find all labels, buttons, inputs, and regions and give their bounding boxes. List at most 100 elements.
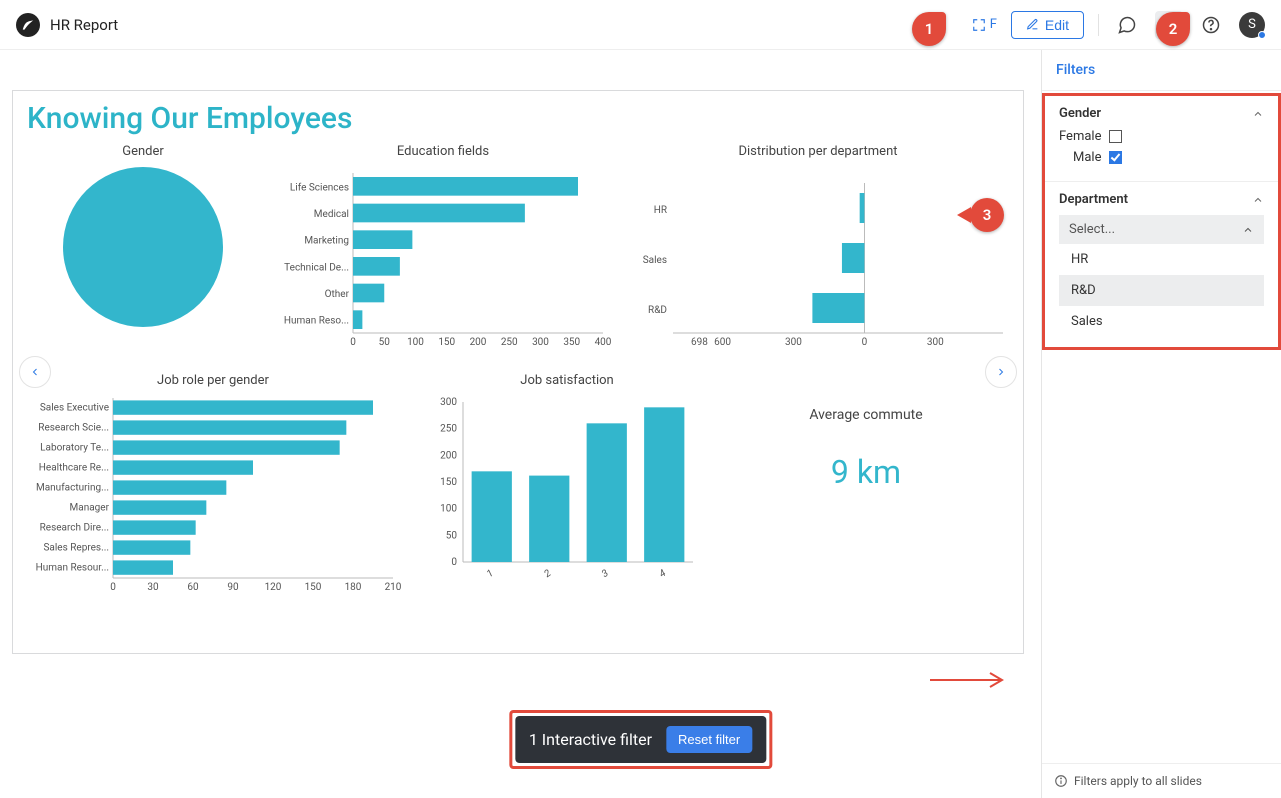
topbar: HR Report F Edit 1 S: [0, 0, 1281, 50]
svg-text:120: 120: [265, 582, 282, 593]
chart-jobrole: Job role per gender Sales ExecutiveResea…: [23, 373, 403, 626]
svg-text:0: 0: [451, 557, 457, 568]
help-button[interactable]: [1197, 11, 1225, 39]
divider: [1098, 14, 1099, 36]
pie-slice[interactable]: [63, 167, 223, 327]
annotation-arrow: [930, 670, 1010, 690]
svg-text:3: 3: [600, 568, 611, 580]
avatar-initial: S: [1248, 17, 1256, 32]
filter-option-female[interactable]: Female: [1059, 129, 1264, 144]
avatar[interactable]: S: [1239, 12, 1265, 38]
callout-1: 1: [912, 12, 946, 46]
svg-text:150: 150: [438, 337, 455, 348]
callout-3-outer: 3: [970, 198, 1004, 232]
svg-text:300: 300: [532, 337, 549, 348]
chart-title: Job satisfaction: [417, 373, 717, 388]
app-title: HR Report: [50, 16, 118, 34]
svg-text:1: 1: [485, 568, 496, 580]
app-logo: [16, 13, 40, 37]
page-title: Knowing Our Employees: [13, 91, 1023, 140]
svg-text:200: 200: [470, 337, 487, 348]
svg-text:Medical: Medical: [314, 209, 349, 220]
svg-text:50: 50: [446, 530, 458, 541]
svg-text:Other: Other: [325, 289, 350, 300]
dept-option-rd[interactable]: R&D: [1059, 275, 1264, 306]
edit-label: Edit: [1045, 17, 1069, 33]
svg-text:0: 0: [110, 582, 116, 593]
checkbox-checked[interactable]: [1109, 151, 1122, 164]
filters-header: Filters: [1042, 50, 1281, 91]
filter-group-department: Department Select... HR R&D Sales: [1045, 182, 1278, 347]
svg-text:300: 300: [927, 337, 944, 348]
svg-text:180: 180: [345, 582, 362, 593]
fullscreen-button[interactable]: F: [972, 17, 997, 32]
svg-text:Research Dire...: Research Dire...: [40, 522, 109, 533]
filter-group-gender: Gender Female Male: [1045, 96, 1278, 182]
svg-text:100: 100: [440, 504, 457, 515]
svg-text:300: 300: [440, 397, 457, 408]
info-icon: [1054, 774, 1068, 788]
svg-text:Manufacturing...: Manufacturing...: [36, 481, 109, 493]
dept-option-hr[interactable]: HR: [1059, 244, 1264, 275]
edit-button[interactable]: Edit: [1011, 11, 1084, 39]
chart-svg[interactable]: 0501001502002503001234: [417, 392, 717, 602]
report-canvas: Knowing Our Employees Gender Education f…: [12, 90, 1024, 654]
checkbox[interactable]: [1109, 130, 1122, 143]
chart-title: Education fields: [273, 144, 613, 159]
commute-label: Average commute: [731, 407, 1001, 423]
chart-title: Gender: [23, 144, 263, 159]
svg-text:Healthcare Re...: Healthcare Re...: [39, 462, 109, 473]
help-icon: [1201, 15, 1221, 35]
chart-commute: Average commute 9 km: [731, 373, 1001, 626]
svg-text:Manager: Manager: [70, 502, 110, 513]
avatar-status-dot: [1258, 31, 1266, 39]
svg-text:698: 698: [691, 337, 708, 348]
reset-filter-button[interactable]: Reset filter: [666, 726, 752, 753]
chart-svg[interactable]: Life SciencesMedicalMarketingTechnical D…: [273, 163, 613, 363]
chart-education-fields: Education fields Life SciencesMedicalMar…: [273, 144, 613, 367]
toast-highlight: 1 Interactive filter Reset filter: [509, 710, 772, 769]
svg-text:60: 60: [187, 582, 199, 593]
chart-gender: Gender: [23, 144, 263, 367]
svg-text:Human Reso...: Human Reso...: [284, 316, 349, 327]
option-label: Male: [1073, 150, 1101, 165]
chart-title: Distribution per department: [623, 144, 1013, 159]
department-select[interactable]: Select...: [1059, 215, 1264, 244]
filter-option-male[interactable]: Male: [1073, 150, 1264, 165]
svg-text:0: 0: [350, 337, 356, 348]
filter-title: Department: [1059, 192, 1128, 207]
svg-text:0: 0: [862, 337, 868, 348]
footer-text: Filters apply to all slides: [1074, 774, 1202, 788]
department-options: HR R&D Sales: [1059, 244, 1264, 337]
commute-value: 9 km: [731, 453, 1001, 491]
svg-text:250: 250: [501, 337, 518, 348]
callout-2: 2: [1156, 12, 1190, 46]
chevron-up-icon[interactable]: [1252, 194, 1264, 206]
chart-svg[interactable]: Sales ExecutiveResearch Scie...Laborator…: [23, 392, 403, 622]
svg-text:400: 400: [595, 337, 612, 348]
svg-text:150: 150: [440, 477, 457, 488]
top-actions: F Edit 1 S: [972, 11, 1265, 39]
option-label: Female: [1059, 129, 1101, 144]
svg-text:50: 50: [379, 337, 391, 348]
svg-text:100: 100: [407, 337, 424, 348]
svg-text:600: 600: [714, 337, 731, 348]
svg-text:200: 200: [440, 450, 457, 461]
chart-title: Job role per gender: [23, 373, 403, 388]
toast-text: 1 Interactive filter: [529, 730, 652, 749]
fullscreen-letter: F: [990, 17, 997, 32]
chart-svg[interactable]: HRSalesR&D6986003000300: [623, 163, 1013, 363]
filters-panel: Filters Gender Female Male Department Se…: [1041, 50, 1281, 798]
dept-option-sales[interactable]: Sales: [1059, 306, 1264, 337]
chevron-up-icon[interactable]: [1252, 108, 1264, 120]
svg-text:HR: HR: [654, 205, 667, 216]
svg-text:Life Sciences: Life Sciences: [290, 181, 349, 193]
svg-text:Sales Executive: Sales Executive: [40, 402, 109, 413]
svg-text:4: 4: [657, 568, 668, 580]
svg-text:250: 250: [440, 424, 457, 435]
svg-text:90: 90: [227, 582, 239, 593]
chart-distribution: Distribution per department HRSalesR&D69…: [623, 144, 1013, 367]
svg-text:Sales: Sales: [643, 255, 667, 266]
svg-text:350: 350: [563, 337, 580, 348]
comments-button[interactable]: [1113, 11, 1141, 39]
